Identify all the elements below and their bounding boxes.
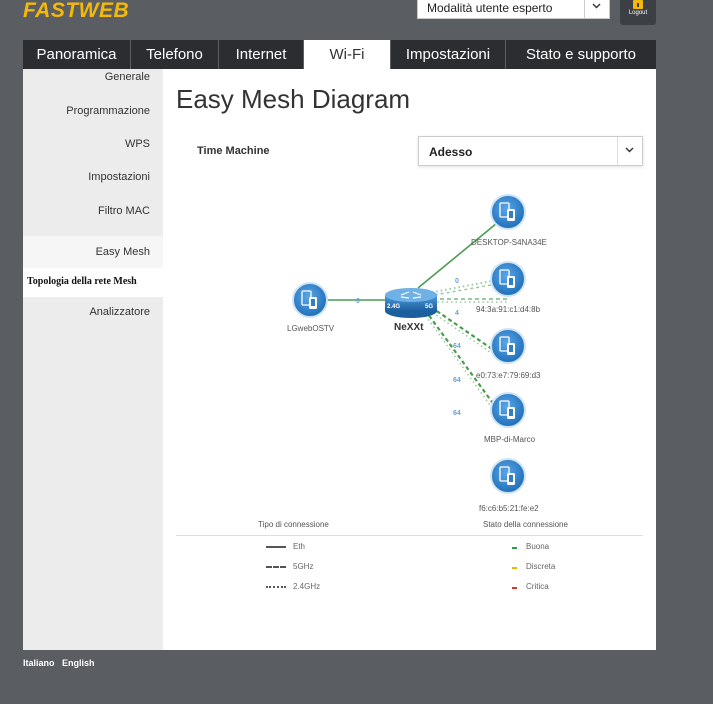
device-label: f6:c6:b5:21:fe:e2 bbox=[479, 504, 539, 513]
tab-telefono[interactable]: Telefono bbox=[131, 40, 219, 69]
sidebar-subitem-topologia[interactable]: Topologia della rete Mesh bbox=[23, 268, 163, 297]
band-label: 0 bbox=[356, 298, 360, 305]
legend-5ghz-label: 5GHz bbox=[293, 562, 314, 571]
legend-status-critical-label: Critica bbox=[526, 582, 549, 591]
main-nav: Panoramica Telefono Internet Wi-Fi Impos… bbox=[23, 40, 656, 69]
legend-24ghz-label: 2.4GHz bbox=[293, 582, 321, 591]
tab-stato-supporto[interactable]: Stato e supporto bbox=[506, 40, 656, 69]
mesh-diagram: 0 0 4 64 64 64 LGwebOSTV 2.4G 5G NeXXt D… bbox=[287, 194, 547, 444]
legend-5ghz-line bbox=[266, 566, 286, 568]
logout-button[interactable]: Logout bbox=[620, 0, 656, 25]
legend-divider bbox=[176, 535, 643, 536]
user-mode-value: Modalità utente esperto bbox=[427, 1, 553, 15]
tab-internet[interactable]: Internet bbox=[219, 40, 304, 69]
device-e073e7[interactable]: e0:73:e7:79:69:d3 bbox=[476, 328, 541, 380]
device-f6c6b5-wrap: f6:c6:b5:21:fe:e2 bbox=[479, 458, 539, 513]
router-label: NeXXt bbox=[394, 322, 424, 333]
legend-eth-line bbox=[266, 546, 286, 548]
band-label: 0 bbox=[455, 278, 459, 285]
device-label: MBP-di-Marco bbox=[484, 435, 536, 444]
sidebar-item-easy-mesh[interactable]: Easy Mesh bbox=[96, 246, 150, 258]
sidebar-item-generale[interactable]: Generale bbox=[105, 71, 150, 83]
band-label: 64 bbox=[453, 377, 461, 384]
chevron-down-icon bbox=[617, 137, 642, 165]
device-label: 94:3a:91:c1:d4:8b bbox=[476, 305, 541, 314]
device-943a91[interactable]: 94:3a:91:c1:d4:8b bbox=[476, 261, 541, 314]
band-label: 64 bbox=[453, 410, 461, 417]
fastweb-logo[interactable]: FASTWEB bbox=[23, 0, 153, 24]
legend-status-good-label: Buona bbox=[526, 542, 550, 551]
legend-24ghz-line bbox=[266, 586, 286, 588]
legend-type-title: Tipo di connessione bbox=[258, 520, 329, 529]
time-machine-select[interactable]: Adesso bbox=[418, 136, 643, 166]
device-desktop[interactable]: DESKTOP-S4NA34E bbox=[471, 194, 547, 247]
sidebar-item-wps[interactable]: WPS bbox=[125, 138, 150, 150]
device-label: DESKTOP-S4NA34E bbox=[471, 238, 547, 247]
legend-status-good-swatch bbox=[512, 547, 517, 549]
router-nexxt[interactable]: 2.4G 5G NeXXt bbox=[385, 288, 437, 333]
router-badge-2g: 2.4G bbox=[387, 304, 400, 310]
time-machine-label: Time Machine bbox=[197, 145, 270, 157]
sidebar-item-analizzatore[interactable]: Analizzatore bbox=[89, 306, 150, 318]
lang-italiano[interactable]: Italiano bbox=[23, 658, 55, 668]
chevron-down-icon bbox=[584, 0, 609, 18]
logout-label: Logout bbox=[628, 10, 648, 16]
sidebar: Generale Programmazione WPS Impostazioni… bbox=[23, 69, 163, 650]
time-machine-value: Adesso bbox=[429, 145, 473, 159]
page-title: Easy Mesh Diagram bbox=[176, 84, 411, 114]
lock-icon bbox=[633, 0, 643, 9]
legend-status-critical-swatch bbox=[512, 587, 517, 589]
band-label: 64 bbox=[453, 343, 461, 350]
svg-text:FASTWEB: FASTWEB bbox=[23, 0, 129, 22]
sidebar-item-impostazioni[interactable]: Impostazioni bbox=[88, 171, 150, 183]
lang-english[interactable]: English bbox=[62, 658, 95, 668]
user-mode-select[interactable]: Modalità utente esperto bbox=[417, 0, 610, 19]
main-content: Easy Mesh Diagram Time Machine Adesso 0 … bbox=[163, 69, 656, 650]
legend-status-fair-label: Discreta bbox=[526, 562, 556, 571]
sidebar-item-filtro-mac[interactable]: Filtro MAC bbox=[98, 205, 150, 217]
legend-status-fair-swatch bbox=[512, 567, 517, 569]
sidebar-item-programmazione[interactable]: Programmazione bbox=[66, 105, 150, 117]
router-badge-5g: 5G bbox=[425, 304, 433, 310]
tab-wifi[interactable]: Wi-Fi bbox=[304, 40, 391, 69]
device-label: e0:73:e7:79:69:d3 bbox=[476, 371, 541, 380]
band-label: 4 bbox=[455, 310, 459, 317]
legend-eth-label: Eth bbox=[293, 542, 306, 551]
device-lgwebostv[interactable]: LGwebOSTV bbox=[287, 282, 335, 333]
legend-status-title: Stato della connessione bbox=[483, 520, 568, 529]
tab-impostazioni[interactable]: Impostazioni bbox=[391, 40, 506, 69]
tab-panoramica[interactable]: Panoramica bbox=[23, 40, 131, 69]
device-label: LGwebOSTV bbox=[287, 324, 335, 333]
device-f6c6b5-node[interactable]: f6:c6:b5:21:fe:e2 bbox=[479, 458, 539, 513]
